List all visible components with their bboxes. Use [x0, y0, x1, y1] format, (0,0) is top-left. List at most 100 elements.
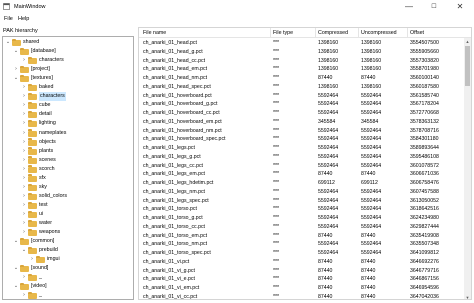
expand-chevron-icon[interactable]: ›: [21, 201, 27, 210]
expand-chevron-icon[interactable]: ›: [21, 174, 27, 183]
tree-node[interactable]: ⌄ prebuild: [3, 246, 133, 255]
table-row[interactable]: ch_anarki_01_torso_g.pct *** 5592464 559246…: [139, 214, 471, 223]
column-header[interactable]: Compressed: [318, 30, 348, 36]
table-row[interactable]: ch_anarki_01_legs_nm.pct *** 5592464 559246…: [139, 188, 471, 197]
tree-node[interactable]: › ui: [3, 210, 133, 219]
tree-node[interactable]: ⌄ [video]: [3, 282, 133, 291]
tree-node[interactable]: ⌄ [database]: [3, 47, 133, 56]
expand-chevron-icon[interactable]: ›: [13, 65, 19, 74]
table-row[interactable]: ch_anarki_01_hoverboard_spec.pct *** 55924…: [139, 135, 471, 144]
tree-node[interactable]: › _: [3, 291, 133, 299]
expand-chevron-icon[interactable]: ›: [21, 228, 27, 237]
table-row[interactable]: ch_anarki_01_head_nm.pct *** 87440 87440 356…: [139, 74, 471, 83]
expand-chevron-icon[interactable]: ›: [21, 273, 27, 282]
tree-node[interactable]: › characters: [3, 56, 133, 65]
table-row[interactable]: ch_anarki_01_torso.pct *** 5592464 5592464 3…: [139, 205, 471, 214]
table-row[interactable]: ch_anarki_01_vi_g.pct *** 87440 87440 364677…: [139, 267, 471, 276]
expand-chevron-icon[interactable]: ⌄: [21, 246, 27, 255]
expand-chevron-icon[interactable]: ›: [21, 192, 27, 201]
file-table[interactable]: File name File type Compressed Uncompressed…: [138, 27, 472, 300]
expand-chevron-icon[interactable]: ›: [21, 219, 27, 228]
expand-chevron-icon[interactable]: ›: [21, 165, 27, 174]
table-row[interactable]: ch_anarki_01_vi_em.pct *** 87440 87440 36469…: [139, 284, 471, 293]
column-divider[interactable]: [407, 28, 408, 38]
tree-node[interactable]: ⌄ [common]: [3, 237, 133, 246]
expand-chevron-icon[interactable]: ›: [21, 138, 27, 147]
table-row[interactable]: ch_anarki_01_torso_nm.pct *** 5592464 55924…: [139, 240, 471, 249]
table-row[interactable]: ch_anarki_01_legs.pct *** 5592464 5592464 35…: [139, 144, 471, 153]
expand-chevron-icon[interactable]: ›: [21, 92, 27, 101]
minimize-button[interactable]: —: [397, 0, 421, 14]
table-row[interactable]: ch_anarki_01_torso_cc.pct *** 5592464 55924…: [139, 223, 471, 232]
expand-chevron-icon[interactable]: ›: [21, 110, 27, 119]
tree-node[interactable]: ⌄ [textures]: [3, 74, 133, 83]
table-row[interactable]: ch_anarki_01_torso_spec.pct *** 5592464 559…: [139, 249, 471, 258]
tree-node[interactable]: › sky: [3, 183, 133, 192]
scroll-down-icon[interactable]: ▼: [464, 294, 471, 299]
expand-chevron-icon[interactable]: ⌄: [13, 282, 19, 291]
tree-node[interactable]: › sfx: [3, 174, 133, 183]
table-row[interactable]: ch_anarki_01_head_em.pct *** 1398160 139816…: [139, 65, 471, 74]
expand-chevron-icon[interactable]: ›: [21, 183, 27, 192]
table-row[interactable]: ch_anarki_01_legs_em.pct *** 87440 87440 360…: [139, 170, 471, 179]
table-row[interactable]: ch_anarki_01_legs_g.pct *** 5592464 5592464…: [139, 153, 471, 162]
expand-chevron-icon[interactable]: ⌄: [5, 38, 11, 47]
table-row[interactable]: ch_anarki_01_vi.pct *** 87440 87440 36466922…: [139, 258, 471, 267]
expand-chevron-icon[interactable]: ›: [21, 83, 27, 92]
expand-chevron-icon[interactable]: ⌄: [13, 74, 19, 83]
expand-chevron-icon[interactable]: ›: [21, 147, 27, 156]
table-row[interactable]: ch_anarki_01_head.pct *** 1398160 1398160 35…: [139, 39, 471, 48]
column-header[interactable]: Uncompressed: [361, 30, 397, 36]
table-row[interactable]: ch_anarki_01_hoverboard.pct *** 5592464 559…: [139, 92, 471, 101]
tree-node[interactable]: › solid_colors: [3, 192, 133, 201]
tree-node[interactable]: › weapons: [3, 228, 133, 237]
expand-chevron-icon[interactable]: ›: [29, 255, 35, 264]
menu-help[interactable]: Help: [18, 16, 29, 22]
column-header[interactable]: Offset: [410, 30, 424, 36]
tree-node[interactable]: › scenes: [3, 156, 133, 165]
expand-chevron-icon[interactable]: ›: [21, 129, 27, 138]
scroll-up-icon[interactable]: ▲: [464, 38, 471, 45]
tree-node[interactable]: › _: [3, 273, 133, 282]
tree-node[interactable]: › water: [3, 219, 133, 228]
column-header[interactable]: File name: [143, 30, 166, 36]
expand-chevron-icon[interactable]: ⌄: [13, 264, 19, 273]
expand-chevron-icon[interactable]: ›: [21, 291, 27, 299]
tree-node[interactable]: › detail: [3, 110, 133, 119]
table-row[interactable]: ch_anarki_01_legs_hdetim.pct *** 699112 699…: [139, 179, 471, 188]
expand-chevron-icon[interactable]: ›: [21, 210, 27, 219]
tree-node[interactable]: › characters: [3, 92, 133, 102]
table-row[interactable]: ch_anarki_01_legs_cc.pct *** 5592464 559246…: [139, 162, 471, 171]
column-divider[interactable]: [358, 28, 359, 38]
tree-node[interactable]: ⌄ [sound]: [3, 264, 133, 273]
column-divider[interactable]: [315, 28, 316, 38]
expand-chevron-icon[interactable]: ›: [21, 56, 27, 65]
expand-chevron-icon[interactable]: ⌄: [13, 237, 19, 246]
tree-node[interactable]: › cube: [3, 101, 133, 110]
tree-node[interactable]: › lighting: [3, 119, 133, 128]
scroll-thumb[interactable]: [465, 46, 470, 86]
table-row[interactable]: ch_anarki_01_legs_spec.pct *** 5592464 5592…: [139, 197, 471, 206]
table-row[interactable]: ch_anarki_01_head_g.pct *** 1398160 1398160…: [139, 48, 471, 57]
tree-node[interactable]: › imgui: [3, 255, 133, 264]
expand-chevron-icon[interactable]: ⌄: [13, 47, 19, 56]
expand-chevron-icon[interactable]: ›: [21, 101, 27, 110]
tree-node[interactable]: › test: [3, 201, 133, 210]
table-row[interactable]: ch_anarki_01_hoverboard_em.pct *** 345584 3…: [139, 118, 471, 127]
expand-chevron-icon[interactable]: ›: [21, 119, 27, 128]
tree-node[interactable]: › objects: [3, 138, 133, 147]
column-divider[interactable]: [270, 28, 271, 38]
tree-node[interactable]: › [project]: [3, 65, 133, 74]
vertical-scrollbar[interactable]: ▲ ▼: [464, 38, 471, 299]
tree-node[interactable]: › plants: [3, 147, 133, 156]
tree-node[interactable]: ⌄ shared: [3, 38, 133, 47]
table-row[interactable]: ch_anarki_01_head_cc.pct *** 1398160 139816…: [139, 57, 471, 66]
table-row[interactable]: ch_anarki_01_head_spec.pct *** 1398160 1398…: [139, 83, 471, 92]
table-row[interactable]: ch_anarki_01_hoverboard_cc.pct *** 5592464…: [139, 109, 471, 118]
table-row[interactable]: ch_anarki_01_hoverboard_g.pct *** 5592464 5…: [139, 100, 471, 109]
table-row[interactable]: ch_anarki_01_vi_e.pct *** 87440 87440 364686…: [139, 275, 471, 284]
column-header[interactable]: File type: [273, 30, 293, 36]
menu-file[interactable]: File: [4, 16, 13, 22]
tree-node[interactable]: › baked: [3, 83, 133, 92]
pak-tree[interactable]: ⌄ shared ⌄ [database] › characters › [project] ⌄…: [2, 36, 134, 300]
